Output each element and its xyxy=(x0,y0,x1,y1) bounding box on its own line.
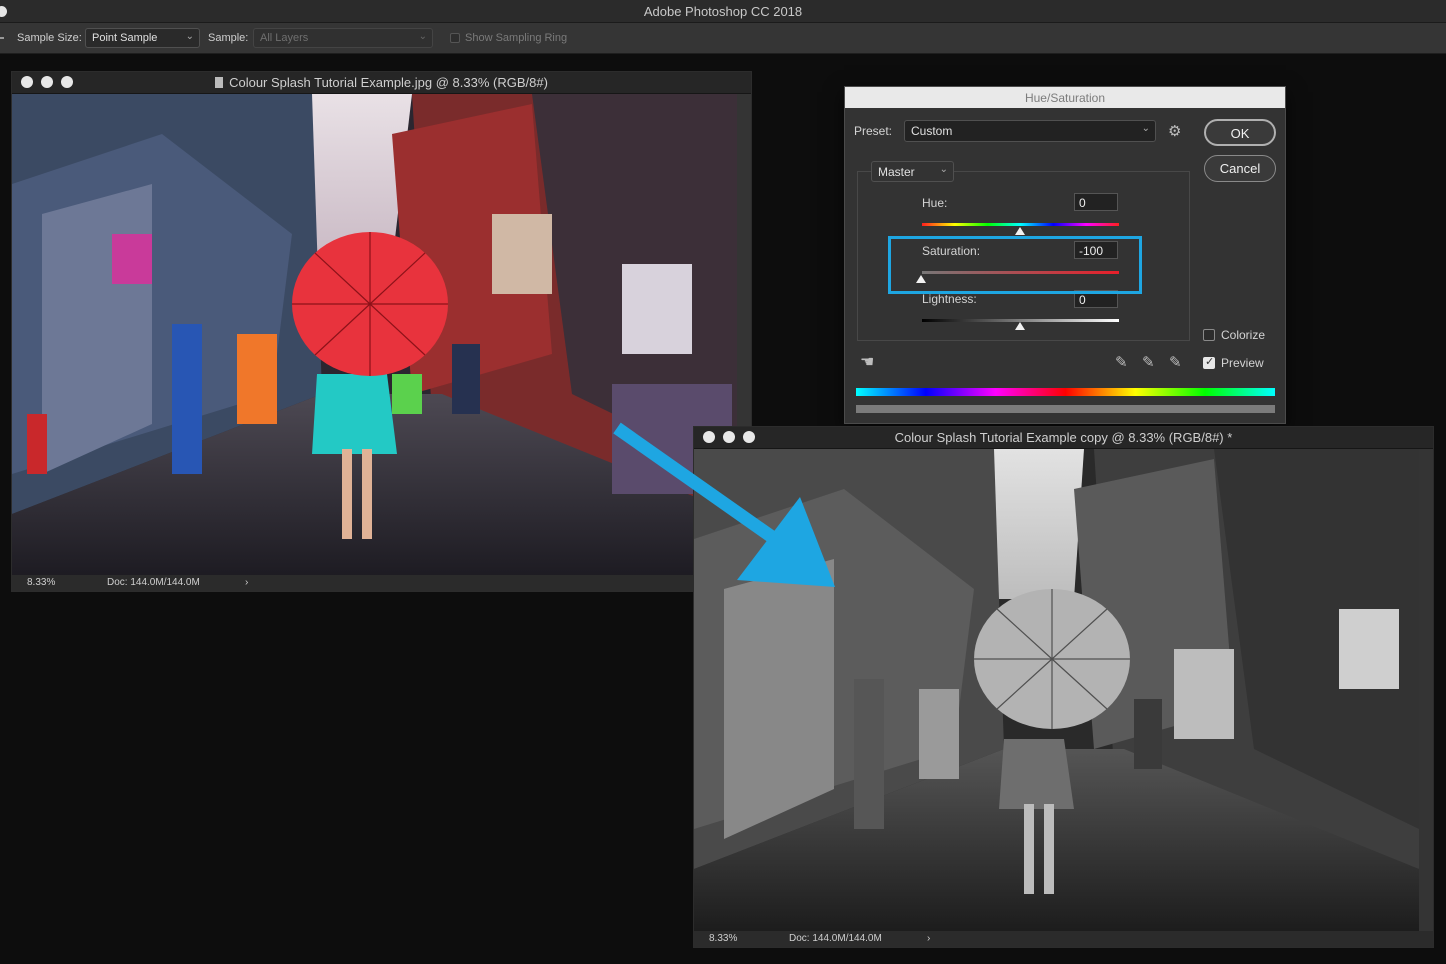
document-title: Colour Splash Tutorial Example.jpg @ 8.3… xyxy=(12,75,751,90)
document-size: Doc: 144.0M/144.0M xyxy=(789,933,882,944)
output-color-bar xyxy=(856,405,1275,413)
document-window-original[interactable]: Colour Splash Tutorial Example.jpg @ 8.3… xyxy=(11,71,752,592)
chevron-down-icon: ⌄ xyxy=(1141,123,1150,134)
photo-canvas-greyscale[interactable] xyxy=(694,449,1419,933)
app-titlebar: Adobe Photoshop CC 2018 xyxy=(0,0,1446,23)
input-color-bar xyxy=(856,388,1275,396)
document-icon xyxy=(215,77,224,88)
status-menu-arrow[interactable]: › xyxy=(927,933,930,944)
saturation-highlight-box xyxy=(888,236,1142,294)
options-bar: Sample Size: Point Sample ⌄ Sample: All … xyxy=(0,23,1446,54)
document-title-text: Colour Splash Tutorial Example.jpg @ 8.3… xyxy=(229,75,548,90)
tool-preset-edge[interactable] xyxy=(0,37,4,39)
preview-checkbox[interactable] xyxy=(1203,355,1215,369)
colorize-checkbox[interactable] xyxy=(1203,329,1215,341)
ok-button[interactable]: OK xyxy=(1204,119,1276,146)
targeted-adjustment-hand-icon[interactable]: ☚ xyxy=(860,352,874,371)
document-window-copy[interactable]: Colour Splash Tutorial Example copy @ 8.… xyxy=(693,426,1434,948)
chevron-down-icon: ⌄ xyxy=(939,164,948,175)
cancel-button[interactable]: Cancel xyxy=(1204,155,1276,182)
sample-label: Sample: xyxy=(208,32,249,44)
eyedropper-subtract-icon[interactable]: ✎ xyxy=(1169,353,1182,371)
document-title: Colour Splash Tutorial Example copy @ 8.… xyxy=(894,430,1233,445)
chevron-down-icon: ⌄ xyxy=(185,31,194,42)
app-title: Adobe Photoshop CC 2018 xyxy=(643,4,803,19)
status-menu-arrow[interactable]: › xyxy=(245,577,248,588)
hue-label: Hue: xyxy=(922,196,948,210)
colorize-label: Colorize xyxy=(1221,328,1266,342)
show-sampling-ring-checkbox[interactable] xyxy=(450,33,460,43)
sample-size-label: Sample Size: xyxy=(17,32,82,44)
zoom-level[interactable]: 8.33% xyxy=(709,933,737,944)
vertical-scrollbar[interactable] xyxy=(1419,449,1433,933)
document-status-bar: 8.33% Doc: 144.0M/144.0M › xyxy=(12,575,751,591)
dialog-title: Hue/Saturation xyxy=(845,87,1285,108)
eyedropper-icon[interactable]: ✎ xyxy=(1115,353,1128,371)
chevron-down-icon: ⌄ xyxy=(418,31,427,42)
sample-size-value: Point Sample xyxy=(92,32,158,44)
preset-select[interactable]: Custom ⌄ xyxy=(904,120,1156,142)
hue-slider-thumb[interactable] xyxy=(1015,227,1025,235)
show-sampling-ring-label: Show Sampling Ring xyxy=(465,32,568,44)
document-titlebar[interactable]: Colour Splash Tutorial Example.jpg @ 8.3… xyxy=(12,72,751,94)
hue-input[interactable]: 0 xyxy=(1074,193,1118,211)
lightness-slider-thumb[interactable] xyxy=(1015,322,1025,330)
zoom-level[interactable]: 8.33% xyxy=(27,577,55,588)
hue-slider-track[interactable] xyxy=(922,223,1119,226)
photo-canvas-colour[interactable] xyxy=(12,94,737,577)
sample-size-select[interactable]: Point Sample ⌄ xyxy=(85,28,200,48)
document-titlebar[interactable]: Colour Splash Tutorial Example copy @ 8.… xyxy=(694,427,1433,449)
document-size: Doc: 144.0M/144.0M xyxy=(107,577,200,588)
document-status-bar: 8.33% Doc: 144.0M/144.0M › xyxy=(694,931,1433,947)
sample-select[interactable]: All Layers ⌄ xyxy=(253,28,433,48)
preview-label: Preview xyxy=(1221,356,1264,370)
preset-label: Preset: xyxy=(854,124,893,138)
sample-value: All Layers xyxy=(260,32,309,44)
channel-select[interactable]: Master ⌄ xyxy=(871,161,954,182)
eyedropper-add-icon[interactable]: ✎ xyxy=(1142,353,1155,371)
preset-value: Custom xyxy=(911,124,953,138)
gear-icon[interactable]: ⚙ xyxy=(1168,122,1181,140)
lightness-label: Lightness: xyxy=(922,292,977,306)
channel-value: Master xyxy=(878,165,915,179)
